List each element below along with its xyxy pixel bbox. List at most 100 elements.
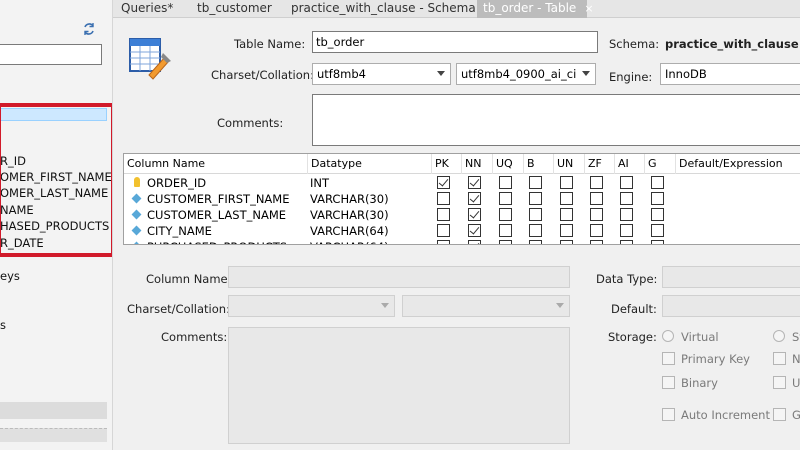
collation-select[interactable]: utf8mb4_0900_ai_ci [456, 63, 596, 85]
header-b[interactable]: B [524, 154, 554, 174]
column-name-cell[interactable]: CUSTOMER_FIRST_NAME [147, 191, 289, 207]
header-pk[interactable]: PK [432, 154, 462, 174]
tree-selected-row[interactable] [0, 108, 107, 121]
tab-tb-customer[interactable]: tb_customer [191, 0, 278, 18]
column-charset-select[interactable] [228, 295, 395, 317]
un-checkbox[interactable] [560, 176, 573, 189]
pk-checkbox[interactable] [437, 240, 450, 244]
header-uq[interactable]: UQ [493, 154, 524, 174]
uq-checkbox[interactable] [499, 240, 512, 244]
nn-checkbox[interactable] [468, 208, 481, 221]
header-ai[interactable]: AI [615, 154, 645, 174]
virtual-radio[interactable] [662, 330, 674, 342]
datatype-cell[interactable]: VARCHAR(64) [310, 239, 389, 244]
header-datatype[interactable]: Datatype [308, 154, 432, 174]
close-icon[interactable]: × [584, 1, 593, 17]
un-checkbox[interactable] [560, 208, 573, 221]
datatype-cell[interactable]: VARCHAR(64) [310, 223, 389, 239]
zf-checkbox[interactable] [590, 224, 603, 237]
zf-checkbox[interactable] [590, 208, 603, 221]
binary-checkbox[interactable] [662, 376, 675, 389]
charset-select[interactable]: utf8mb4 [312, 63, 451, 85]
table-comments-input[interactable] [312, 94, 800, 146]
column-row[interactable]: CITY_NAME VARCHAR(64) [124, 223, 800, 239]
column-row[interactable]: ORDER_ID INT [124, 175, 800, 191]
ai-checkbox[interactable] [620, 176, 633, 189]
tree-item-city-name[interactable]: NAME [0, 202, 34, 218]
un-checkbox[interactable] [560, 224, 573, 237]
un-checkbox[interactable] [560, 192, 573, 205]
un-checkbox[interactable] [560, 240, 573, 244]
datatype-cell[interactable]: INT [310, 175, 329, 191]
ai-checkbox[interactable] [620, 224, 633, 237]
tree-item-purchased-products[interactable]: HASED_PRODUCTS [0, 218, 109, 234]
stored-radio[interactable] [773, 330, 785, 342]
nn-checkbox[interactable] [468, 176, 481, 189]
default-input[interactable] [662, 295, 800, 317]
header-zf[interactable]: ZF [585, 154, 615, 174]
b-checkbox[interactable] [529, 240, 542, 244]
g-checkbox[interactable] [651, 240, 664, 244]
zf-checkbox[interactable] [590, 240, 603, 244]
auto-increment-checkbox[interactable] [662, 408, 675, 421]
tree-item-triggers[interactable]: s [0, 317, 6, 333]
pk-checkbox[interactable] [437, 176, 450, 189]
zf-checkbox[interactable] [590, 192, 603, 205]
column-name-cell[interactable]: ORDER_ID [147, 175, 206, 191]
datatype-cell[interactable]: VARCHAR(30) [310, 207, 389, 223]
refresh-icon[interactable] [82, 22, 96, 36]
ai-checkbox[interactable] [620, 192, 633, 205]
engine-select[interactable]: InnoDB [660, 63, 800, 85]
g-checkbox[interactable] [651, 176, 664, 189]
uq-checkbox[interactable] [499, 208, 512, 221]
column-collation-select[interactable] [402, 295, 570, 317]
nn-checkbox[interactable] [468, 240, 481, 244]
uq-checkbox[interactable] [499, 192, 512, 205]
tree-item-order-id[interactable]: R_ID [0, 153, 26, 169]
sidebar-scrollbar[interactable] [0, 402, 107, 419]
schema-filter-input[interactable] [0, 44, 102, 65]
b-checkbox[interactable] [529, 208, 542, 221]
column-row[interactable]: CUSTOMER_LAST_NAME VARCHAR(30) [124, 207, 800, 223]
ai-checkbox[interactable] [620, 208, 633, 221]
not-null-checkbox[interactable] [773, 352, 786, 365]
table-name-input[interactable]: tb_order [312, 31, 598, 53]
column-name-cell[interactable]: CITY_NAME [147, 223, 212, 239]
header-un[interactable]: UN [554, 154, 585, 174]
b-checkbox[interactable] [529, 176, 542, 189]
primary-key-checkbox[interactable] [662, 352, 675, 365]
tree-item-foreign-keys[interactable]: eys [0, 268, 20, 284]
tab-tb-order-table[interactable]: tb_order - Table × [477, 0, 594, 18]
column-comments-input[interactable] [228, 327, 570, 444]
header-g[interactable]: G [645, 154, 676, 174]
tree-item-customer-first-name[interactable]: OMER_FIRST_NAME [0, 169, 112, 185]
uq-checkbox[interactable] [499, 176, 512, 189]
data-type-input[interactable] [662, 266, 800, 288]
header-column-name[interactable]: Column Name [124, 154, 308, 174]
g-checkbox[interactable] [651, 192, 664, 205]
tab-schema[interactable]: practice_with_clause - Schema [285, 0, 482, 18]
unsigned-checkbox[interactable] [773, 376, 786, 389]
header-nn[interactable]: NN [462, 154, 493, 174]
pk-checkbox[interactable] [437, 208, 450, 221]
g-checkbox[interactable] [651, 224, 664, 237]
generated-checkbox[interactable] [773, 408, 786, 421]
pk-checkbox[interactable] [437, 192, 450, 205]
b-checkbox[interactable] [529, 224, 542, 237]
column-row[interactable]: PURCHASED_PRODUCTS VARCHAR(64) [124, 239, 800, 244]
nn-checkbox[interactable] [468, 224, 481, 237]
b-checkbox[interactable] [529, 192, 542, 205]
column-row[interactable]: CUSTOMER_FIRST_NAME VARCHAR(30) [124, 191, 800, 207]
column-name-cell[interactable]: CUSTOMER_LAST_NAME [147, 207, 286, 223]
header-default-expression[interactable]: Default/Expression [676, 154, 800, 174]
column-name-cell[interactable]: PURCHASED_PRODUCTS [147, 239, 287, 244]
tab-queries[interactable]: Queries* [115, 0, 179, 18]
column-name-input[interactable] [228, 266, 570, 288]
datatype-cell[interactable]: VARCHAR(30) [310, 191, 389, 207]
nn-checkbox[interactable] [468, 192, 481, 205]
uq-checkbox[interactable] [499, 224, 512, 237]
zf-checkbox[interactable] [590, 176, 603, 189]
ai-checkbox[interactable] [620, 240, 633, 244]
pk-checkbox[interactable] [437, 224, 450, 237]
tree-item-order-date[interactable]: R_DATE [0, 235, 44, 251]
